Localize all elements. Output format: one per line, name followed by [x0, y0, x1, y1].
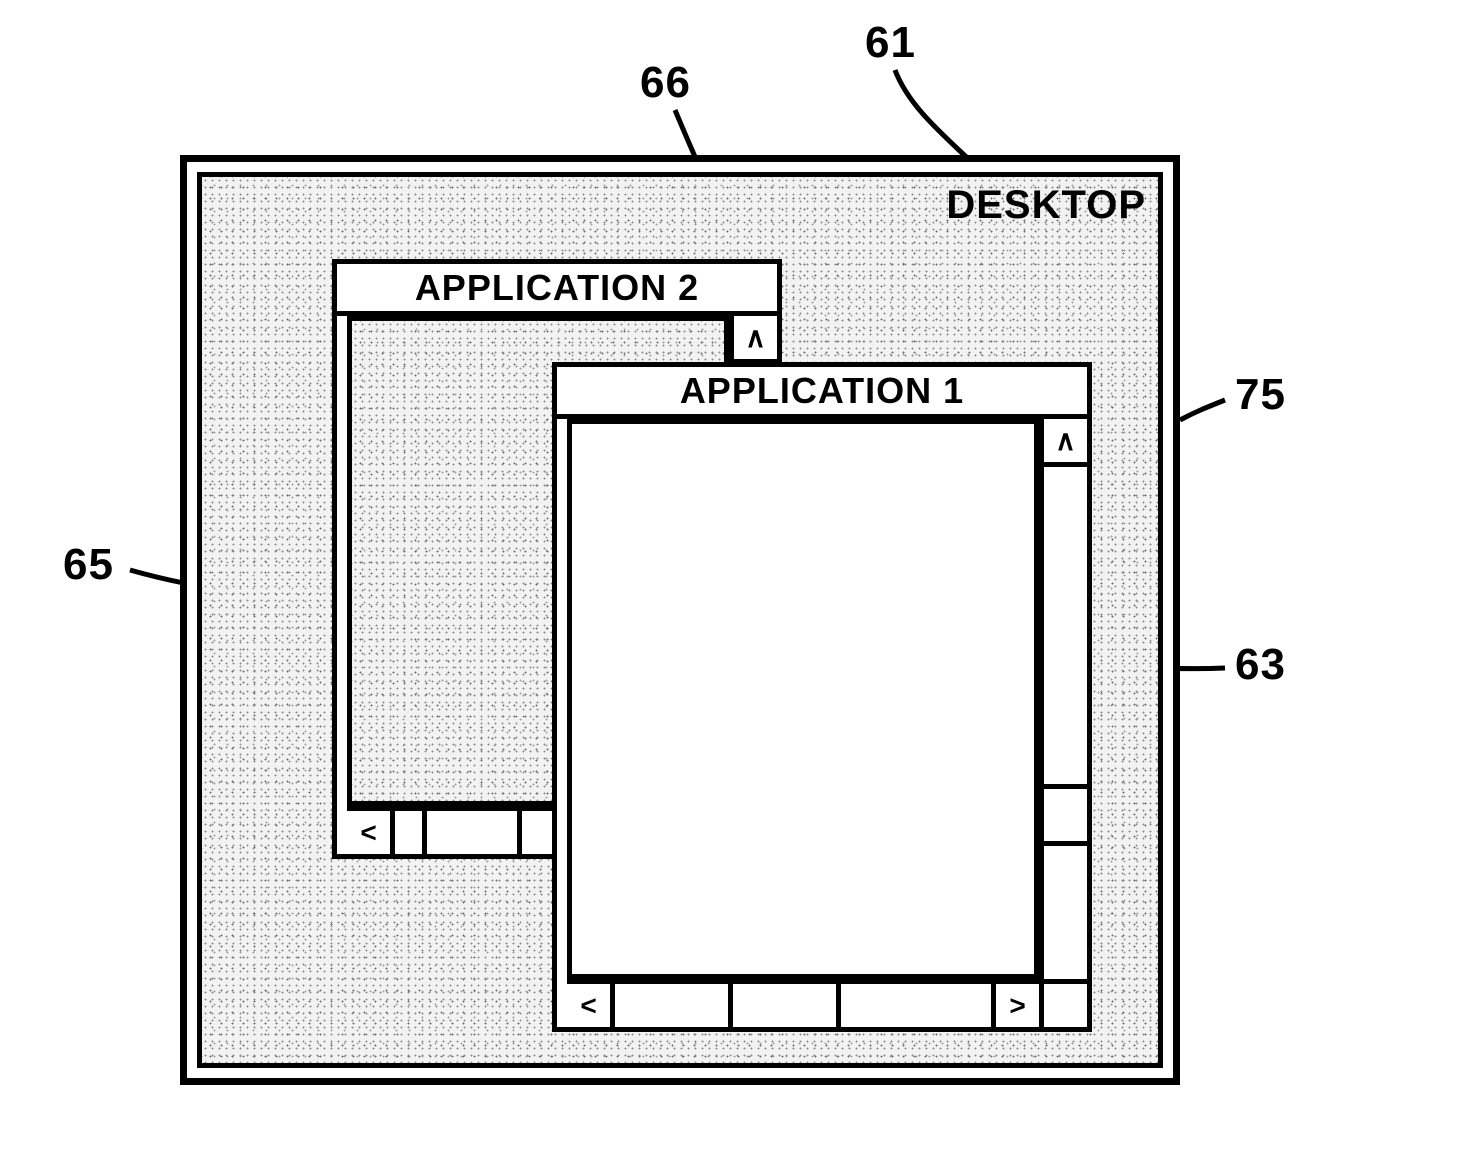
window-1-hscrollbar[interactable]: < >: [567, 979, 1039, 1027]
window-1-titlebar[interactable]: APPLICATION 1: [557, 367, 1087, 419]
window-2-titlebar[interactable]: APPLICATION 2: [337, 264, 777, 316]
window-1-resize-corner[interactable]: [1039, 979, 1087, 1027]
scroll-up-icon[interactable]: ∧: [1044, 419, 1087, 467]
screen-frame: DESKTOP APPLICATION 2 ∧ <: [180, 155, 1180, 1085]
window-2-hscroll-thumb[interactable]: [422, 811, 522, 854]
window-1-vscroll-track[interactable]: [1044, 467, 1087, 979]
window-1-content[interactable]: [567, 419, 1039, 979]
scroll-up-icon[interactable]: ∧: [734, 316, 777, 364]
window-1-client: ∧ < >: [557, 419, 1087, 1027]
window-1-hscroll-thumb[interactable]: [728, 984, 841, 1027]
window-2-title: APPLICATION 2: [415, 267, 699, 309]
scroll-left-icon[interactable]: <: [347, 811, 395, 854]
figure-canvas: 61 66 75 65 63 DESKTOP APPLICATION 2: [0, 0, 1462, 1156]
desktop[interactable]: DESKTOP APPLICATION 2 ∧ <: [197, 172, 1163, 1068]
window-1-vscroll-thumb[interactable]: [1044, 784, 1087, 845]
desktop-label: DESKTOP: [946, 183, 1146, 228]
window-1-vscrollbar[interactable]: ∧: [1039, 419, 1087, 979]
window-application-1[interactable]: APPLICATION 1 ∧ < >: [552, 362, 1092, 1032]
scroll-left-icon[interactable]: <: [567, 984, 615, 1027]
scroll-right-icon[interactable]: >: [991, 984, 1039, 1027]
window-1-title: APPLICATION 1: [680, 370, 964, 412]
window-1-hscroll-track[interactable]: [615, 984, 991, 1027]
